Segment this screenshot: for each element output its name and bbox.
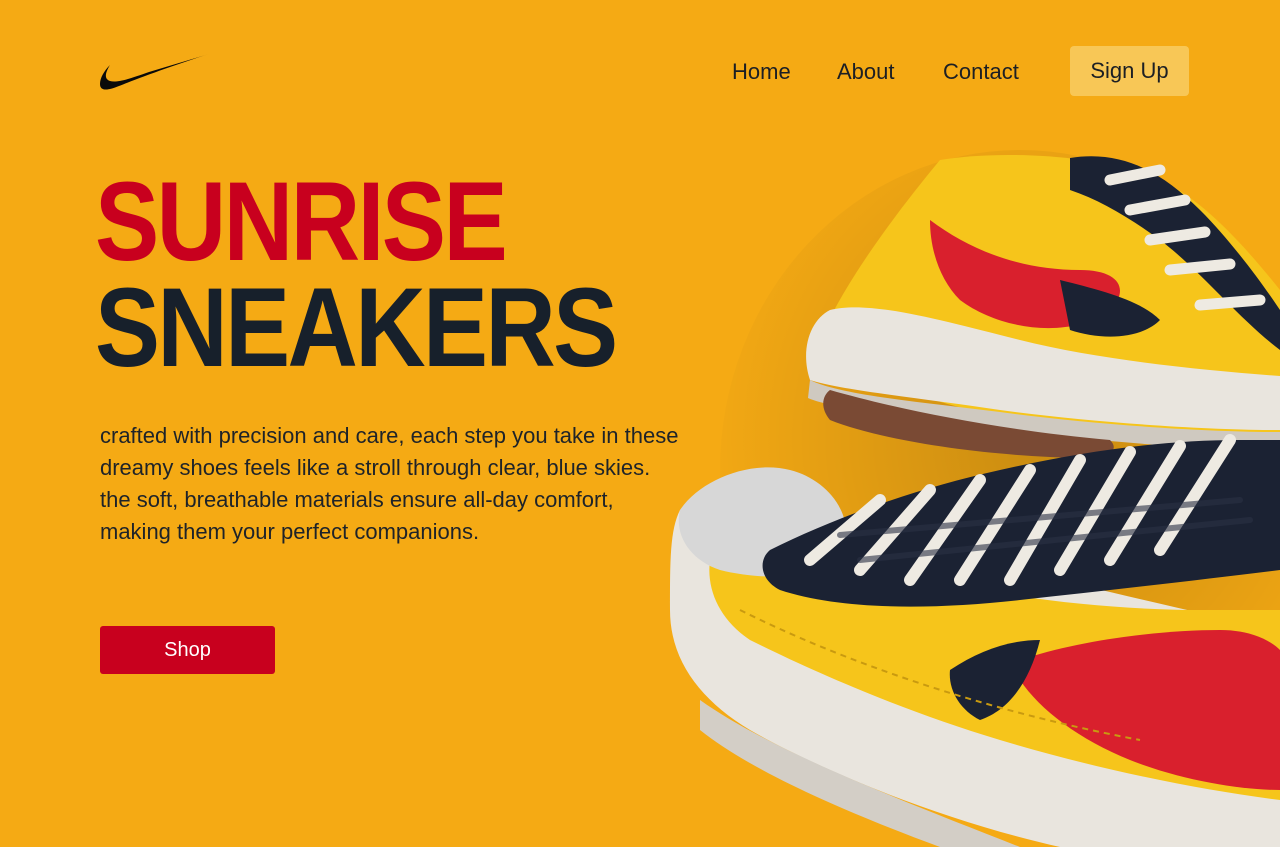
- nav-contact-link[interactable]: Contact: [943, 58, 1019, 86]
- nike-swoosh-logo[interactable]: [99, 52, 211, 92]
- headline-sunrise: SUNRISE: [95, 159, 508, 284]
- nav-about-link[interactable]: About: [837, 58, 895, 86]
- sign-up-button[interactable]: Sign Up: [1070, 46, 1189, 96]
- shop-button[interactable]: Shop: [100, 626, 275, 674]
- nav-home-link[interactable]: Home: [732, 58, 791, 86]
- hero-description: crafted with precision and care, each st…: [100, 423, 679, 544]
- sneaker-pair-image: [670, 150, 1280, 847]
- landing-page: Home About Contact Sign Up SUNRISE SNEAK…: [0, 0, 1280, 847]
- headline-sneakers: SNEAKERS: [95, 265, 618, 390]
